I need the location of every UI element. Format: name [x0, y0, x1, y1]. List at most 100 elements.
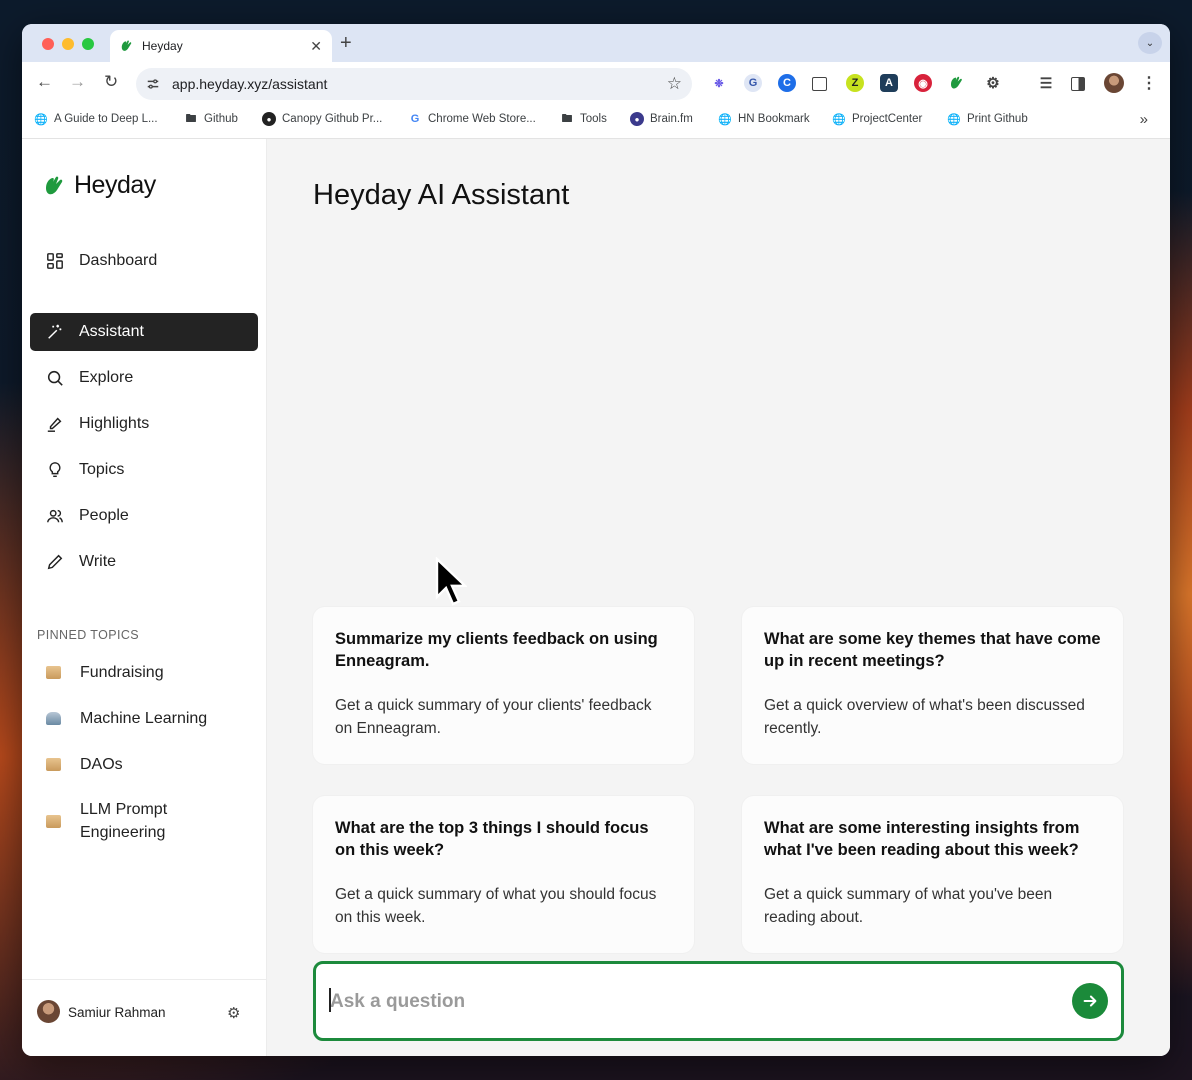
- main-content: Heyday AI Assistant Summarize my clients…: [267, 139, 1170, 1056]
- pinned-topic-label: DAOs: [80, 756, 123, 773]
- sidebar-item-dashboard[interactable]: Dashboard: [30, 242, 258, 280]
- pinned-topic-fundraising[interactable]: Fundraising: [30, 661, 258, 684]
- maximize-window-button[interactable]: [82, 38, 94, 50]
- nav-label: Topics: [79, 461, 125, 478]
- browser-menu-icon[interactable]: ⋮: [1140, 74, 1158, 92]
- ask-question-box: [313, 961, 1124, 1041]
- nav-label: Assistant: [79, 323, 144, 340]
- profile-avatar-icon[interactable]: [1104, 73, 1124, 93]
- nav-label: Explore: [79, 369, 134, 386]
- sidebar-item-explore[interactable]: Explore: [30, 359, 258, 397]
- back-arrow-icon[interactable]: ←: [36, 72, 53, 92]
- bookmark-folder[interactable]: 🖿 Tools: [560, 112, 607, 126]
- bookmark-label: ProjectCenter: [852, 113, 923, 125]
- tab-search-chevron-icon[interactable]: ⌄: [1138, 32, 1162, 54]
- globe-icon: 🌐: [718, 113, 732, 126]
- gear-icon[interactable]: ⚙: [227, 1004, 240, 1022]
- bookmark-star-icon[interactable]: ☆: [667, 74, 682, 94]
- ask-question-input[interactable]: [328, 988, 1052, 1016]
- arrow-right-icon: [1083, 995, 1097, 1007]
- page-title: Heyday AI Assistant: [313, 179, 570, 211]
- sidebar-item-assistant[interactable]: Assistant: [30, 313, 258, 351]
- pinned-topic-machine-learning[interactable]: Machine Learning: [30, 707, 258, 730]
- minimize-window-button[interactable]: [62, 38, 74, 50]
- bookmark-item[interactable]: ● Canopy Github Pr...: [262, 112, 382, 126]
- sidebar: Heyday Dashboard Assistant Explore Highl…: [22, 139, 267, 1056]
- bookmark-item[interactable]: 🌐 ProjectCenter: [832, 112, 922, 126]
- nav-label: Highlights: [79, 415, 150, 432]
- suggestion-description: Get a quick summary of what you should f…: [335, 886, 657, 926]
- address-bar[interactable]: app.heyday.xyz/assistant ☆: [136, 68, 692, 100]
- extension-screenshot-icon[interactable]: [812, 77, 827, 91]
- site-settings-icon[interactable]: [146, 77, 160, 91]
- suggestion-card[interactable]: What are some interesting insights from …: [742, 796, 1123, 953]
- sidebar-item-write[interactable]: Write: [30, 543, 258, 581]
- logo-text: Heyday: [74, 171, 156, 199]
- robot-emoji-icon: [46, 712, 61, 725]
- bookmark-item[interactable]: ● Brain.fm: [630, 112, 693, 126]
- text-caret: [329, 988, 331, 1012]
- pencil-icon: [47, 554, 63, 570]
- bookmark-label: HN Bookmark: [738, 113, 810, 125]
- suggestion-title: What are the top 3 things I should focus…: [335, 819, 649, 859]
- box-emoji-icon: [46, 666, 61, 679]
- browser-toolbar: ← → ↻ app.heyday.xyz/assistant ☆ ❉ G C Z…: [22, 62, 1170, 104]
- sidebar-item-highlights[interactable]: Highlights: [30, 405, 258, 443]
- extension-pin-icon[interactable]: ◉: [914, 74, 932, 92]
- heyday-logo[interactable]: Heyday: [44, 171, 156, 200]
- box-emoji-icon: [46, 758, 61, 771]
- extension-a-icon[interactable]: A: [880, 74, 898, 92]
- bookmark-item[interactable]: 🌐 Print Github: [947, 112, 1028, 126]
- box-emoji-icon: [46, 814, 61, 828]
- pinned-topic-daos[interactable]: DAOs: [30, 753, 258, 776]
- folder-icon: 🖿: [185, 112, 197, 125]
- brainfm-icon: ●: [630, 112, 644, 126]
- sidebar-item-topics[interactable]: Topics: [30, 451, 258, 489]
- mouse-pointer-icon: [435, 557, 467, 606]
- extension-z-icon[interactable]: Z: [846, 74, 864, 92]
- side-panel-icon[interactable]: [1071, 77, 1085, 91]
- pinned-topic-llm-prompt-engineering[interactable]: LLM Prompt Engineering: [30, 797, 258, 845]
- suggestion-card[interactable]: Summarize my clients feedback on using E…: [313, 607, 694, 764]
- bookmark-item[interactable]: 🌐 A Guide to Deep L...: [34, 112, 157, 126]
- avatar[interactable]: [37, 1000, 60, 1023]
- extension-password-icon[interactable]: G: [744, 74, 762, 92]
- google-icon: G: [410, 113, 420, 125]
- new-tab-button[interactable]: +: [340, 32, 352, 55]
- suggestion-title: What are some key themes that have come …: [764, 630, 1101, 670]
- globe-icon: 🌐: [34, 113, 48, 126]
- forward-arrow-icon[interactable]: →: [69, 72, 86, 92]
- people-icon: [47, 509, 63, 523]
- send-button[interactable]: [1072, 983, 1108, 1019]
- bookmark-folder[interactable]: 🖿 Github: [184, 112, 238, 126]
- bookmarks-bar: 🌐 A Guide to Deep L... 🖿 Github ● Canopy Gi…: [22, 104, 1170, 139]
- bookmark-label: Tools: [580, 113, 607, 125]
- media-playlist-icon[interactable]: ☰: [1037, 74, 1055, 92]
- tab-strip: Heyday ✕ + ⌄: [22, 24, 1170, 62]
- lightbulb-icon: [49, 462, 61, 478]
- nav-label: Dashboard: [79, 252, 158, 269]
- pinned-topic-label: LLM Prompt Engineering: [80, 801, 168, 841]
- extension-heyday-icon[interactable]: [948, 74, 966, 92]
- extension-circle-icon[interactable]: C: [778, 74, 796, 92]
- reload-icon[interactable]: ↻: [104, 72, 118, 92]
- user-name[interactable]: Samiur Rahman: [68, 1005, 166, 1020]
- bookmark-label: Print Github: [967, 113, 1028, 125]
- suggestion-description: Get a quick overview of what's been disc…: [764, 697, 1085, 737]
- nav-label: People: [79, 507, 129, 524]
- heyday-favicon-icon: [121, 40, 132, 51]
- extensions-puzzle-icon[interactable]: ⚙: [984, 74, 1002, 92]
- tab-close-icon[interactable]: ✕: [310, 38, 322, 55]
- pinned-topic-label: Machine Learning: [80, 710, 208, 727]
- bookmark-item[interactable]: G Chrome Web Store...: [408, 112, 536, 126]
- suggestion-card[interactable]: What are some key themes that have come …: [742, 607, 1123, 764]
- sidebar-item-people[interactable]: People: [30, 497, 258, 535]
- bookmark-label: Canopy Github Pr...: [282, 113, 383, 125]
- suggestion-description: Get a quick summary of your clients' fee…: [335, 697, 652, 737]
- browser-tab-heyday[interactable]: Heyday ✕: [110, 30, 332, 62]
- bookmark-item[interactable]: 🌐 HN Bookmark: [718, 112, 810, 126]
- close-window-button[interactable]: [42, 38, 54, 50]
- suggestion-card[interactable]: What are the top 3 things I should focus…: [313, 796, 694, 953]
- more-bookmarks-chevron-icon[interactable]: »: [1140, 111, 1148, 128]
- extension-snowflake-icon[interactable]: ❉: [710, 74, 728, 92]
